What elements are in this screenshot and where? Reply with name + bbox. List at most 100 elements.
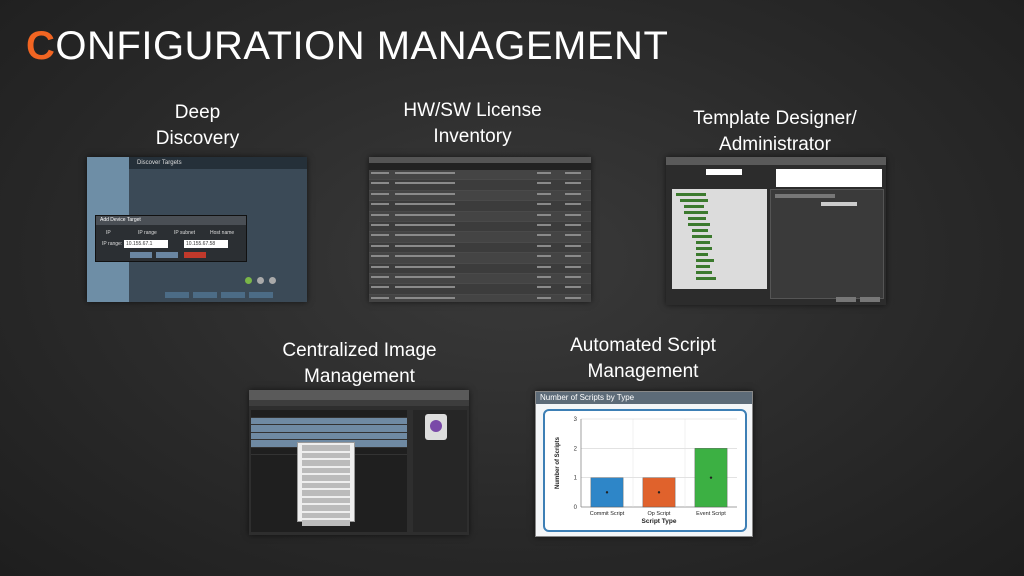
- caption-line: Discovery: [155, 128, 240, 149]
- menu-item[interactable]: [302, 490, 350, 496]
- table-header: [369, 163, 591, 170]
- table-row: [369, 273, 591, 285]
- table-row: [369, 190, 591, 202]
- title-rest: ONFIGURATION MANAGEMENT: [55, 24, 669, 68]
- cancel-button[interactable]: [860, 297, 880, 302]
- add-button[interactable]: [130, 252, 152, 258]
- tree-node[interactable]: [696, 253, 708, 256]
- menu-item[interactable]: [302, 505, 350, 511]
- discover-panel-title: Discover Targets: [129, 157, 307, 169]
- add-icon[interactable]: [245, 277, 252, 284]
- option-ip[interactable]: IP: [106, 230, 111, 236]
- menu-item[interactable]: [302, 475, 350, 481]
- tree-node[interactable]: [684, 211, 708, 214]
- image-details-panel: [413, 410, 467, 532]
- x-tick-label: Event Script: [696, 511, 726, 517]
- list-item[interactable]: [251, 432, 407, 440]
- page-title: CONFIGURATION MANAGEMENT: [26, 24, 668, 69]
- disc-image-icon: [425, 414, 447, 440]
- tree-node[interactable]: [696, 259, 714, 262]
- ip-range-label: IP range:: [102, 241, 123, 247]
- tree-node[interactable]: [688, 217, 706, 220]
- table-row: [369, 232, 591, 243]
- menu-item[interactable]: [302, 452, 350, 458]
- tree-node[interactable]: [696, 241, 710, 244]
- tree-node[interactable]: [696, 271, 712, 274]
- dialog-title: Add Device Target: [96, 216, 246, 225]
- chart-title: Number of Scripts by Type: [536, 392, 752, 404]
- list-item[interactable]: [251, 417, 407, 425]
- tree-node[interactable]: [692, 235, 712, 238]
- option-ip-subnet[interactable]: IP subnet: [174, 230, 195, 236]
- menu-item[interactable]: [302, 445, 350, 451]
- table-row: [369, 243, 591, 254]
- panel-heading: [775, 194, 835, 198]
- caption-line: Administrator: [719, 134, 831, 155]
- x-tick-label: Op Script: [648, 511, 671, 517]
- footer-button[interactable]: [221, 292, 245, 298]
- tree-node[interactable]: [688, 223, 710, 226]
- context-menu[interactable]: [297, 442, 355, 526]
- description-input[interactable]: [776, 169, 882, 187]
- table-row: [369, 170, 591, 181]
- tree-node[interactable]: [696, 265, 710, 268]
- footer-button[interactable]: [249, 292, 273, 298]
- save-button[interactable]: [836, 297, 856, 302]
- template-editor-panel: [770, 189, 884, 299]
- table-row: [369, 222, 591, 233]
- menu-item[interactable]: [302, 512, 350, 518]
- ip-to-input[interactable]: 10.155.67.58: [184, 240, 228, 248]
- tree-node[interactable]: [696, 277, 716, 280]
- tree-node[interactable]: [680, 199, 708, 202]
- chart-frame: 0 1 2 3 Commit Script Op Script Event Script Sc…: [543, 409, 747, 532]
- caption-line: Management: [587, 361, 699, 382]
- menu-item[interactable]: [302, 467, 350, 473]
- table-row: [369, 180, 591, 191]
- caption-line: HW/SW License: [403, 100, 542, 121]
- option-ip-range[interactable]: IP range: [138, 230, 157, 236]
- tooltip-input[interactable]: [821, 202, 857, 206]
- list-item[interactable]: [251, 425, 407, 433]
- footer-button[interactable]: [165, 292, 189, 298]
- template-name-input[interactable]: [706, 169, 742, 175]
- y-axis-title: Number of Scripts: [555, 436, 561, 489]
- x-axis-title: Script Type: [642, 518, 677, 525]
- caption-line: Management: [304, 366, 415, 387]
- tree-node[interactable]: [676, 193, 706, 196]
- caption-line: Template Designer/: [693, 108, 857, 129]
- bar-marker: [709, 476, 713, 479]
- caption-line: Deep: [174, 102, 221, 123]
- menu-item[interactable]: [302, 460, 350, 466]
- license-inventory-screenshot: [369, 157, 591, 302]
- cancel-button[interactable]: [184, 252, 206, 258]
- toolbar: [249, 400, 469, 406]
- menu-item[interactable]: [302, 482, 350, 488]
- caption-template-designer: Template Designer/ Administrator: [670, 106, 880, 158]
- caption-image-management: Centralized Image Management: [262, 338, 457, 390]
- caption-line: Centralized Image: [282, 340, 437, 361]
- deep-discovery-screenshot: Discover Targets Add Device Target IP IP…: [87, 157, 307, 302]
- caption-license-inventory: HW/SW License Inventory: [380, 98, 565, 150]
- menu-item[interactable]: [302, 520, 350, 526]
- caption-script-management: Automated Script Management: [548, 333, 738, 385]
- menu-item[interactable]: [302, 497, 350, 503]
- tree-node[interactable]: [692, 229, 708, 232]
- breadcrumb-bar: [249, 390, 469, 400]
- caption-line: Automated Script: [570, 335, 716, 356]
- y-tick-label: 1: [574, 476, 578, 482]
- option-host-name[interactable]: Host name: [210, 230, 234, 236]
- add-more-button[interactable]: [156, 252, 178, 258]
- ip-from-input[interactable]: 10.155.67.1: [124, 240, 168, 248]
- footer-button[interactable]: [193, 292, 217, 298]
- delete-icon[interactable]: [269, 277, 276, 284]
- image-management-screenshot: [249, 390, 469, 535]
- tree-node[interactable]: [696, 247, 712, 250]
- caption-line: Inventory: [433, 126, 512, 147]
- config-tree[interactable]: [672, 189, 767, 289]
- tree-node[interactable]: [684, 205, 704, 208]
- table-row: [369, 201, 591, 212]
- edit-icon[interactable]: [257, 277, 264, 284]
- caption-deep-discovery: Deep Discovery: [130, 100, 265, 152]
- table-row: [369, 294, 591, 302]
- list-item[interactable]: [251, 410, 407, 418]
